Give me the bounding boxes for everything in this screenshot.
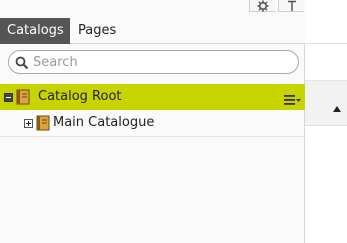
pin-button[interactable] [278,0,304,12]
panel-tabs: Catalogs Pages [0,18,305,44]
pin-icon [287,0,297,12]
tree-node-label[interactable]: Main Catalogue [53,111,154,135]
search-icon [15,55,29,70]
content-toolbar-strip [305,80,347,126]
collapse-toggle-icon[interactable] [4,93,13,102]
search-input[interactable] [33,52,288,72]
catalog-book-icon [16,89,30,105]
caret-up-icon[interactable] [333,97,341,112]
catalog-panel: Catalogs Pages Search Catalog Root Main … [0,0,305,243]
tab-catalogs[interactable]: Catalogs [0,18,70,44]
settings-button[interactable] [249,0,275,12]
gear-icon [257,0,269,12]
tab-pages[interactable]: Pages [71,18,123,44]
panel-toolbar [0,0,305,18]
tree-node-catalog-root[interactable]: Catalog Root [0,84,305,110]
app-window: Catalogs Pages Search Catalog Root Main … [0,0,347,243]
tree-node-main-catalogue[interactable]: Main Catalogue [0,111,305,137]
tree-node-label[interactable]: Catalog Root [38,84,122,110]
catalog-book-icon [36,115,50,131]
expand-toggle-icon[interactable] [24,119,33,128]
content-header [305,0,347,44]
search-box [8,50,299,74]
row-menu-icon[interactable] [284,91,302,105]
